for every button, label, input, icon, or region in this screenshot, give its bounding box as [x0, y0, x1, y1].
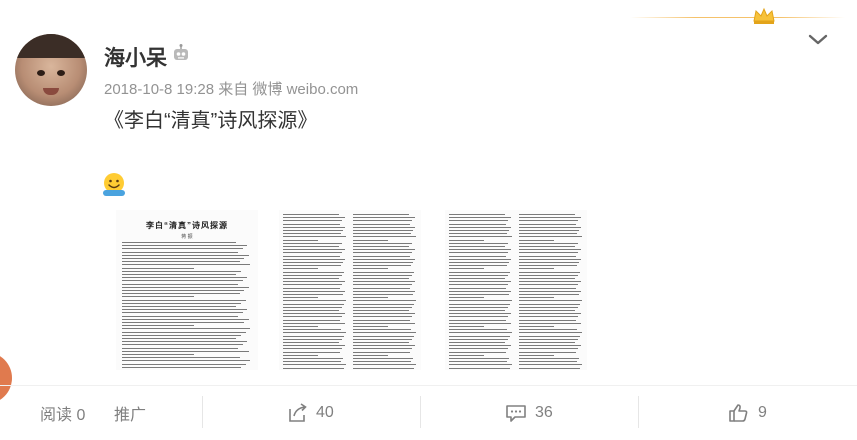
image-author-text: 蒋 振	[181, 234, 193, 240]
repost-icon	[289, 403, 307, 422]
read-count: 阅读 0	[40, 407, 86, 424]
post-image-1[interactable]: 李白“清真”诗风探源 蒋 振	[116, 210, 258, 370]
comment-icon	[506, 405, 526, 422]
promote-button[interactable]: 推广	[114, 386, 146, 440]
repost-count: 40	[316, 404, 334, 421]
username[interactable]: 海小呆	[104, 42, 167, 72]
image-title-text: 李白“清真”诗风探源	[146, 221, 228, 230]
crown-icon	[753, 7, 775, 24]
action-bar: 阅读 0 推广 40 36 9	[0, 385, 857, 440]
post-text: 《李白“清真”诗风探源》	[104, 110, 318, 132]
divider	[638, 396, 639, 428]
chevron-down-icon[interactable]	[807, 32, 829, 48]
like-icon	[729, 404, 748, 422]
comment-button[interactable]: 36	[505, 386, 553, 440]
like-count: 9	[758, 404, 767, 421]
post-image-2[interactable]	[279, 210, 421, 370]
post-meta: 2018-10-8 19:28 来自 微博 weibo.com	[104, 81, 359, 98]
smile-emoji-icon	[103, 173, 125, 196]
comment-count: 36	[535, 404, 553, 421]
avatar[interactable]	[15, 34, 87, 106]
like-button[interactable]: 9	[728, 386, 767, 440]
repost-button[interactable]: 40	[288, 386, 334, 440]
robot-icon	[174, 44, 188, 60]
post-image-3[interactable]	[445, 210, 587, 370]
divider	[420, 396, 421, 428]
divider	[202, 396, 203, 428]
header-decoration-line	[630, 17, 845, 18]
